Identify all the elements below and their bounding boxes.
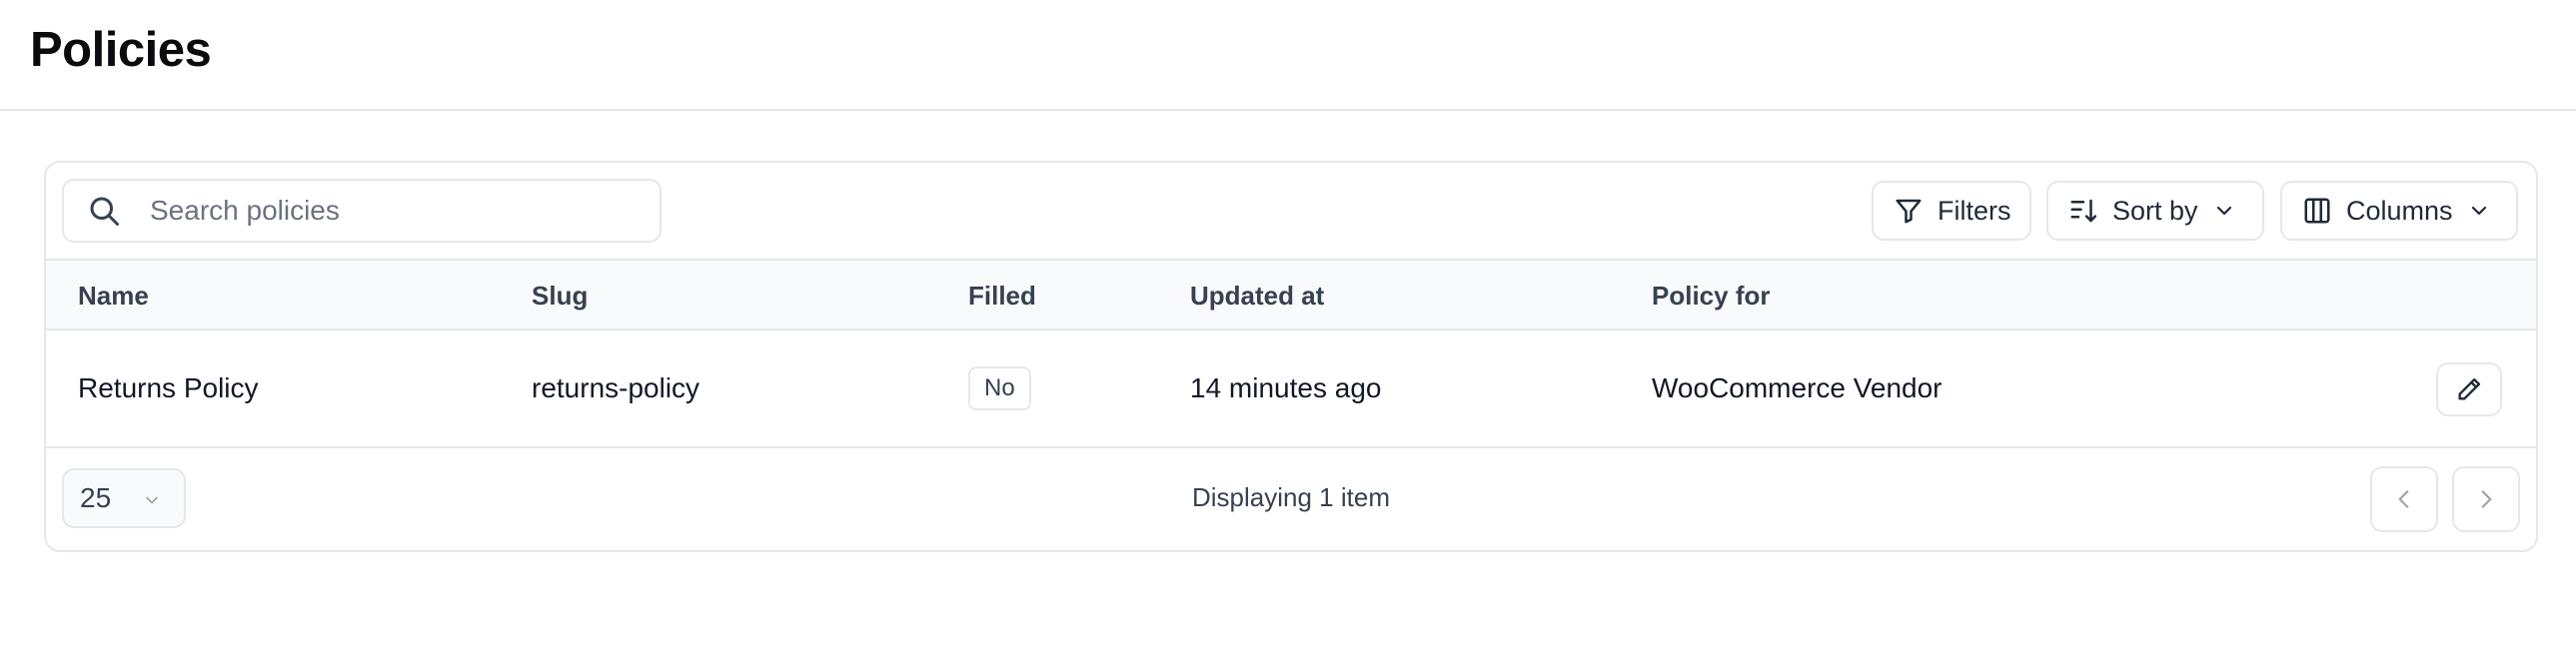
table-footer: 25 Displaying 1 item bbox=[46, 448, 2536, 550]
filters-button[interactable]: Filters bbox=[1872, 181, 2031, 241]
next-page-button[interactable] bbox=[2452, 466, 2520, 532]
cell-updated-at: 14 minutes ago bbox=[1190, 372, 1382, 403]
table-header: Name Slug Filled Updated at Policy for bbox=[46, 261, 2536, 330]
cell-name: Returns Policy bbox=[78, 372, 259, 403]
chevron-right-icon bbox=[2481, 490, 2492, 508]
column-header-name[interactable]: Name bbox=[78, 281, 149, 312]
filter-icon bbox=[1896, 199, 1922, 224]
cell-slug: returns-policy bbox=[532, 372, 700, 403]
page-header: Policies bbox=[0, 0, 2576, 111]
search-icon bbox=[90, 197, 119, 226]
pencil-icon bbox=[2458, 377, 2481, 400]
column-header-updated-at[interactable]: Updated at bbox=[1190, 281, 1324, 312]
chevron-left-icon bbox=[2398, 490, 2409, 508]
previous-page-button[interactable] bbox=[2370, 466, 2438, 532]
page-title: Policies bbox=[30, 23, 212, 77]
sort-icon bbox=[2070, 199, 2097, 223]
search-box[interactable] bbox=[62, 179, 661, 243]
column-header-filled[interactable]: Filled bbox=[968, 281, 1036, 312]
column-header-slug[interactable]: Slug bbox=[532, 281, 588, 312]
cell-policy-for: WooCommerce Vendor bbox=[1652, 372, 1942, 403]
columns-icon bbox=[2304, 198, 2330, 224]
sort-by-label: Sort by bbox=[2112, 195, 2198, 226]
filled-badge: No bbox=[968, 366, 1031, 410]
columns-label: Columns bbox=[2346, 195, 2453, 226]
item-count: Displaying 1 item bbox=[1192, 482, 1390, 512]
search-input[interactable] bbox=[150, 195, 630, 227]
chevron-down-icon bbox=[2216, 206, 2231, 216]
sort-by-button[interactable]: Sort by bbox=[2046, 181, 2264, 241]
policies-table-card: Filters Sort by Columns bbox=[44, 161, 2538, 552]
table-toolbar: Filters Sort by Columns bbox=[46, 163, 2536, 261]
table-row[interactable]: Returns Policy returns-policy No 14 minu… bbox=[46, 330, 2536, 448]
column-header-policy-for[interactable]: Policy for bbox=[1652, 281, 1770, 312]
filters-label: Filters bbox=[1937, 195, 2011, 226]
chevron-down-icon bbox=[2471, 206, 2486, 216]
edit-button[interactable] bbox=[2436, 362, 2502, 416]
columns-button[interactable]: Columns bbox=[2280, 181, 2518, 241]
